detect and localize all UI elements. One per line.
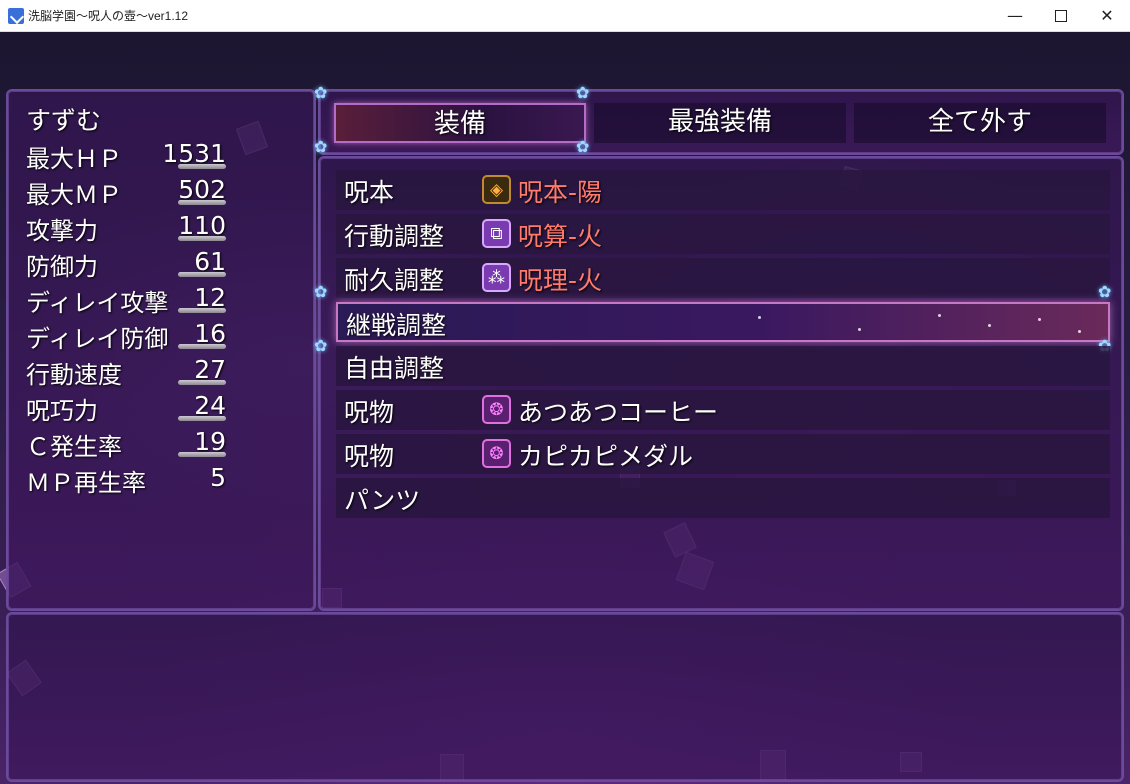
stat-label: 攻撃力 — [26, 217, 98, 245]
stat-value: 5 — [210, 463, 226, 492]
slot-label: パンツ — [344, 486, 421, 515]
stat-label: 行動速度 — [26, 361, 122, 389]
stat-row-action-speed: 行動速度 27 — [26, 355, 226, 389]
stat-row-mp-regen: ＭＰ再生率 5 — [26, 463, 226, 497]
status-panel: すずむ 最大ＨＰ 1531 最大ＭＰ 502 攻撃力 110 防御力 61 ディ… — [6, 89, 316, 611]
brain-icon: ❂ — [482, 439, 511, 468]
stat-label: 呪巧力 — [26, 397, 98, 425]
stat-row-defense: 防御力 61 — [26, 247, 226, 281]
close-icon: ✕ — [1100, 6, 1114, 25]
stat-label: 防御力 — [26, 253, 98, 281]
stat-row-delay-attack: ディレイ攻撃 12 — [26, 283, 226, 317]
stat-label: ディレイ攻撃 — [26, 289, 169, 317]
slot-label: 継戦調整 — [346, 311, 447, 340]
minimize-button[interactable]: — — [992, 0, 1038, 31]
item-name: 呪算-火 — [518, 222, 603, 251]
equip-command[interactable]: 装備 — [334, 103, 586, 143]
dice-icon: ⁂ — [482, 263, 511, 292]
stat-gauge — [178, 272, 226, 277]
sparkle — [938, 314, 941, 317]
stat-gauge — [178, 200, 226, 205]
flower-corner-icon: ✿ — [1098, 282, 1112, 301]
stat-row-critical-rate: Ｃ発生率 19 — [26, 427, 226, 461]
flower-corner-icon: ✿ — [314, 137, 328, 156]
stat-label: ＭＰ再生率 — [26, 469, 146, 497]
stat-gauge — [178, 380, 226, 385]
optimize-command[interactable]: 最強装備 — [594, 103, 846, 143]
stat-label: 最大ＨＰ — [26, 145, 122, 173]
help-message-panel — [6, 612, 1124, 782]
slot-label: 呪本 — [344, 178, 395, 207]
close-button[interactable]: ✕ — [1084, 0, 1130, 31]
flower-corner-icon: ✿ — [314, 282, 328, 301]
stat-row-max-mp: 最大ＭＰ 502 — [26, 175, 226, 209]
square-puzzle-icon: ⧉ — [482, 219, 511, 248]
slot-label: 呪物 — [344, 398, 395, 427]
game-screen: すずむ 最大ＨＰ 1531 最大ＭＰ 502 攻撃力 110 防御力 61 ディ… — [0, 32, 1130, 784]
stat-gauge — [178, 416, 226, 421]
item-name: 呪本-陽 — [518, 178, 603, 207]
brain-icon: ❂ — [482, 395, 511, 424]
maximize-button[interactable] — [1038, 0, 1084, 31]
flower-corner-icon: ✿ — [576, 83, 590, 102]
minimize-icon: — — [1007, 6, 1023, 25]
slot-row-free-adjust[interactable]: 自由調整 — [336, 346, 1110, 386]
stat-label: 最大ＭＰ — [26, 181, 122, 209]
stat-label: Ｃ発生率 — [26, 433, 122, 461]
character-name: すずむ — [26, 106, 102, 135]
item-name: あつあつコーヒー — [518, 398, 719, 427]
slot-label: 耐久調整 — [344, 266, 445, 295]
stat-label: ディレイ防御 — [26, 325, 169, 353]
slot-label: 呪物 — [344, 442, 395, 471]
sparkle — [858, 328, 861, 331]
command-panel: 装備 最強装備 全て外す ✿ ✿ ✿ ✿ — [314, 83, 1124, 156]
slot-label: 行動調整 — [344, 222, 445, 251]
slot-row-curse-item-2[interactable]: 呪物 ❂ カピカピメダル — [336, 434, 1110, 474]
stat-gauge — [178, 452, 226, 457]
stat-row-max-hp: 最大ＨＰ 1531 — [26, 139, 226, 173]
slot-row-underwear[interactable]: パンツ — [336, 478, 1110, 518]
slot-row-endurance-adjust[interactable]: 継戦調整 — [336, 302, 1110, 342]
flower-corner-icon: ✿ — [314, 336, 328, 355]
app-icon — [8, 8, 24, 24]
sparkle — [758, 316, 761, 319]
item-name: 呪理-火 — [518, 266, 603, 295]
equipment-slot-panel: 呪本 ◈ 呪本-陽 行動調整 ⧉ 呪算-火 耐久調整 ⁂ 呪理-火 継戦調整 ✿… — [314, 156, 1124, 611]
flower-corner-icon: ✿ — [576, 137, 590, 156]
stat-row-attack: 攻撃力 110 — [26, 211, 226, 245]
slot-row-curse-item-1[interactable]: 呪物 ❂ あつあつコーヒー — [336, 390, 1110, 430]
stat-row-curse-skill: 呪巧力 24 — [26, 391, 226, 425]
stat-gauge — [178, 344, 226, 349]
window-titlebar: 洗脳学園～呪人の壺～ver1.12 — ✕ — [0, 0, 1130, 32]
sparkle — [1078, 330, 1081, 333]
sparkle — [988, 324, 991, 327]
stat-row-delay-defense: ディレイ防御 16 — [26, 319, 226, 353]
slot-row-curse-book[interactable]: 呪本 ◈ 呪本-陽 — [336, 170, 1110, 210]
window-title: 洗脳学園～呪人の壺～ver1.12 — [28, 9, 189, 23]
maximize-icon — [1055, 10, 1067, 22]
remove-all-command[interactable]: 全て外す — [854, 103, 1106, 143]
slot-row-action-adjust[interactable]: 行動調整 ⧉ 呪算-火 — [336, 214, 1110, 254]
book-icon: ◈ — [482, 175, 511, 204]
stat-gauge — [178, 308, 226, 313]
flower-corner-icon: ✿ — [314, 83, 328, 102]
item-name: カピカピメダル — [518, 442, 694, 471]
sparkle — [1038, 318, 1041, 321]
stat-gauge — [178, 164, 226, 169]
slot-label: 自由調整 — [344, 354, 445, 383]
slot-row-durability-adjust[interactable]: 耐久調整 ⁂ 呪理-火 — [336, 258, 1110, 298]
stat-gauge — [178, 236, 226, 241]
